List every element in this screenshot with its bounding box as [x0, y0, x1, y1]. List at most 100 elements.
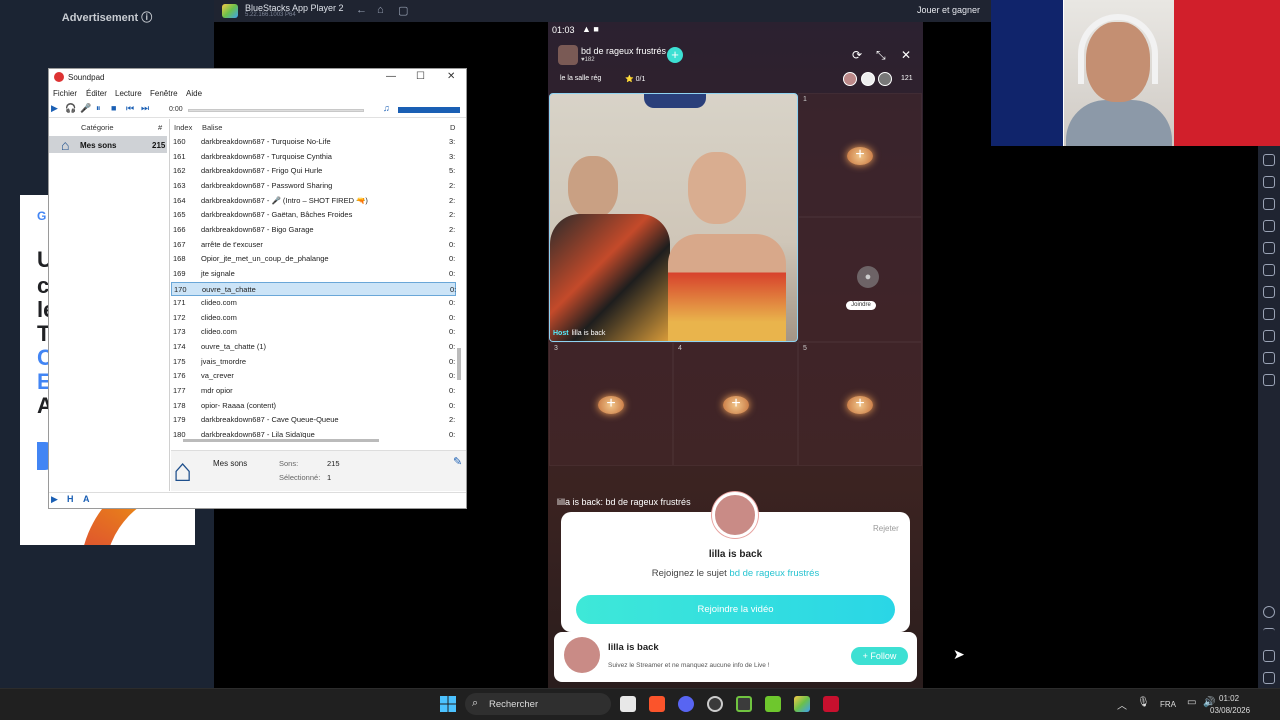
autoplay-button[interactable]: A — [83, 494, 90, 504]
sound-row[interactable]: 167 arrête de t'excuser 0: — [171, 238, 456, 253]
volume-slider[interactable] — [398, 107, 460, 113]
hotkey-button[interactable]: H — [67, 494, 74, 504]
home-icon[interactable]: ⌂ — [377, 4, 384, 16]
settings-icon[interactable] — [1263, 606, 1275, 618]
tray-overflow-icon[interactable]: ︿ — [1117, 697, 1127, 712]
viewer-avatar[interactable] — [843, 72, 857, 86]
add-seat-icon[interactable]: + — [598, 396, 624, 414]
sound-row[interactable]: 178 opior- Raaaa (content) 0: — [171, 399, 456, 414]
add-seat-icon[interactable]: + — [723, 396, 749, 414]
sidebar-tool-icon[interactable] — [1263, 374, 1275, 386]
horizontal-scrollbar[interactable] — [183, 439, 379, 442]
sound-row[interactable]: 177 mdr opior 0: — [171, 384, 456, 399]
seat-slot[interactable]: 5 + — [798, 342, 922, 466]
play-icon[interactable]: ▶ — [51, 103, 58, 114]
seat-slot[interactable]: 3 + — [549, 342, 673, 466]
headphones-icon[interactable]: 🎧 — [65, 103, 76, 114]
sound-row[interactable]: 179 darkbreakdown687 - Cave Queue-Queue 2: — [171, 413, 456, 428]
sidebar-tool-icon[interactable] — [1263, 176, 1275, 188]
join-video-button[interactable]: Rejoindre la vidéo — [576, 595, 895, 624]
category-count-header[interactable]: # — [158, 123, 162, 132]
sound-row[interactable]: 168 Opior_jte_met_un_coup_de_phalange 0: — [171, 252, 456, 267]
file-explorer-icon[interactable] — [620, 696, 636, 712]
minimize-icon[interactable]: ⤡ — [876, 48, 886, 63]
sound-row[interactable]: 164 darkbreakdown687 - 🎤 (Intro – SHOT FI… — [171, 194, 456, 209]
follow-room-button[interactable]: + — [667, 47, 683, 63]
obs-icon[interactable] — [707, 696, 723, 712]
sidebar-tool-icon[interactable] — [1263, 220, 1275, 232]
sound-row[interactable]: 174 ouvre_ta_chatte (1) 0: — [171, 340, 456, 355]
wrench-icon[interactable]: ✎ — [453, 455, 462, 468]
sidebar-tool-icon[interactable] — [1263, 154, 1275, 166]
close-icon[interactable]: ✕ — [901, 48, 911, 62]
close-button[interactable]: ✕ — [447, 71, 455, 82]
clock-date[interactable]: 03/08/2026 — [1210, 706, 1250, 715]
back-icon[interactable] — [1263, 628, 1275, 640]
sidebar-tool-icon[interactable] — [1263, 242, 1275, 254]
vertical-scrollbar[interactable] — [457, 348, 461, 380]
bluestacks-multi-icon[interactable] — [765, 696, 781, 712]
windows-start-icon[interactable] — [440, 696, 456, 712]
invite-topic-link[interactable]: bd de rageux frustrés — [729, 568, 819, 579]
viewer-avatar[interactable] — [878, 72, 892, 86]
reject-button[interactable]: Rejeter — [873, 524, 899, 533]
previous-icon[interactable]: ⏮ — [126, 103, 134, 114]
microphone-icon[interactable]: ● — [857, 266, 879, 288]
tag-column-header[interactable]: Balise — [202, 123, 222, 132]
play-icon[interactable]: ▶ — [51, 494, 58, 505]
clock-time[interactable]: 01:02 — [1219, 694, 1239, 703]
menu-fichier[interactable]: Fichier — [53, 89, 77, 98]
room-tag[interactable]: le la salle rég — [560, 75, 601, 82]
microphone-icon[interactable]: 🎙 — [1137, 697, 1150, 708]
room-avatar[interactable] — [558, 45, 578, 65]
sound-row[interactable]: 172 clideo.com 0: — [171, 311, 456, 326]
sound-row[interactable]: 166 darkbreakdown687 - Bigo Garage 2: — [171, 223, 456, 238]
seek-bar[interactable] — [188, 109, 364, 112]
next-icon[interactable]: ⏭ — [141, 103, 149, 114]
sidebar-tool-icon[interactable] — [1263, 330, 1275, 342]
sidebar-tool-icon[interactable] — [1263, 308, 1275, 320]
back-icon[interactable]: ← — [356, 4, 367, 16]
input-language[interactable]: FRA — [1160, 700, 1176, 709]
add-seat-icon[interactable]: + — [847, 396, 873, 414]
sound-row[interactable]: 161 darkbreakdown687 - Turquoise Cynthia 3… — [171, 150, 456, 165]
sound-row[interactable]: 175 jvais_tmordre 0: — [171, 355, 456, 370]
add-seat-icon[interactable]: + — [847, 147, 873, 165]
sound-row[interactable]: 160 darkbreakdown687 - Turquoise No-Life 3… — [171, 135, 456, 150]
room-star-count[interactable]: ⭐ 0/1 — [625, 75, 645, 83]
stop-icon[interactable]: ■ — [111, 103, 116, 113]
sound-row[interactable]: 173 clideo.com 0: — [171, 325, 456, 340]
sound-row[interactable]: 163 darkbreakdown687 - Password Sharing 2: — [171, 179, 456, 194]
home-icon[interactable] — [1263, 650, 1275, 662]
duration-column-header[interactable]: D — [450, 123, 455, 132]
soundpad-taskbar-icon[interactable] — [823, 696, 839, 712]
follow-button[interactable]: + Follow — [851, 647, 908, 665]
menu-fenetre[interactable]: Fenêtre — [150, 89, 178, 98]
sidebar-tool-icon[interactable] — [1263, 352, 1275, 364]
menu-lecture[interactable]: Lecture — [115, 89, 142, 98]
minimize-button[interactable]: — — [386, 71, 396, 82]
discord-icon[interactable] — [678, 696, 694, 712]
sidebar-tool-icon[interactable] — [1263, 286, 1275, 298]
join-seat-button[interactable]: Joindre — [846, 301, 876, 310]
seat-slot[interactable]: 4 + — [673, 342, 798, 466]
sound-row[interactable]: 180 darkbreakdown687 - Lila Sidaïque 0: — [171, 428, 456, 438]
sound-row[interactable]: 176 va_crever 0: — [171, 369, 456, 384]
recent-apps-icon[interactable] — [1263, 672, 1275, 684]
pause-icon[interactable]: ⏸ — [96, 103, 101, 114]
host-video[interactable]: Host lilla is back — [549, 93, 798, 342]
streamer-avatar[interactable] — [564, 637, 600, 673]
sound-row[interactable]: 169 jte signale 0: — [171, 267, 456, 282]
multi-instance-icon[interactable]: ▢ — [398, 4, 408, 17]
sidebar-tool-icon[interactable] — [1263, 264, 1275, 276]
sound-row[interactable]: 171 clideo.com 0: — [171, 296, 456, 311]
menu-aide[interactable]: Aide — [186, 89, 202, 98]
viewer-avatar[interactable] — [861, 72, 875, 86]
index-column-header[interactable]: Index — [174, 123, 192, 132]
sound-row[interactable]: 165 darkbreakdown687 - Gaëtan, Bâches Fro… — [171, 208, 456, 223]
sound-row[interactable]: 170 ouvre_ta_chatte 0: — [171, 281, 456, 297]
category-column-header[interactable]: Catégorie — [81, 123, 114, 132]
refresh-icon[interactable]: ⟳ — [852, 48, 862, 62]
microphone-icon[interactable]: 🎤 — [80, 103, 91, 114]
soundpad-titlebar[interactable] — [49, 69, 466, 87]
